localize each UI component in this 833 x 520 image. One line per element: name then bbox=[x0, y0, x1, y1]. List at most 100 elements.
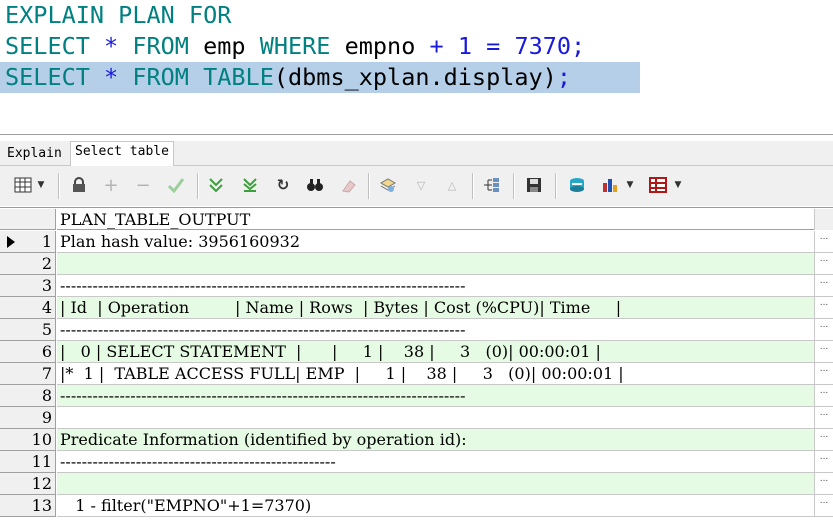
grid-cell[interactable]: 1 - filter("EMPNO"+1=7370) bbox=[57, 495, 814, 517]
row-number: 11 bbox=[31, 452, 52, 471]
link-icon[interactable] bbox=[481, 174, 503, 196]
code-token: SELECT bbox=[5, 32, 90, 60]
cell-ellipsis-button[interactable]: ... bbox=[814, 363, 833, 385]
export-icon[interactable] bbox=[566, 174, 588, 196]
sql-editor[interactable]: EXPLAIN PLAN FOR SELECT * FROM emp WHERE… bbox=[0, 0, 833, 135]
row-number: 8 bbox=[41, 386, 52, 405]
chevron-down-icon[interactable]: ▼ bbox=[34, 174, 48, 196]
chart-icon[interactable] bbox=[599, 174, 621, 196]
result-grid[interactable]: PLAN_TABLE_OUTPUT 1 Plan hash value: 3956… bbox=[0, 207, 833, 520]
grid-cell[interactable]: ----------------------------------------… bbox=[57, 275, 814, 297]
toolbar-separator bbox=[368, 173, 370, 199]
post-edit-icon[interactable] bbox=[165, 174, 187, 196]
grid-view-icon[interactable] bbox=[12, 174, 34, 196]
sort-desc-icon[interactable]: ▽ bbox=[410, 174, 432, 196]
delete-record-icon[interactable]: − bbox=[132, 174, 154, 196]
grid-cell[interactable]: ----------------------------------------… bbox=[57, 319, 814, 341]
cell-ellipsis-button[interactable]: ... bbox=[814, 495, 833, 517]
grid-cell[interactable] bbox=[57, 407, 814, 429]
code-token: 7370 bbox=[514, 32, 572, 60]
code-token: FROM bbox=[132, 32, 189, 60]
row-number: 9 bbox=[41, 408, 52, 427]
code-token: 1 bbox=[457, 32, 472, 60]
code-token: ; bbox=[571, 32, 586, 60]
cell-ellipsis-button[interactable]: ... bbox=[814, 429, 833, 451]
code-token: ; bbox=[556, 63, 571, 91]
clear-icon[interactable] bbox=[338, 174, 360, 196]
code-token: * bbox=[104, 32, 119, 60]
code-token: WHERE bbox=[259, 32, 331, 60]
column-header-plan-table-output[interactable]: PLAN_TABLE_OUTPUT bbox=[57, 209, 814, 230]
cell-ellipsis-button[interactable]: ... bbox=[814, 231, 833, 253]
chevron-down-icon[interactable]: ▼ bbox=[623, 174, 637, 196]
code-token: * bbox=[104, 63, 119, 91]
tab-select-table[interactable]: Select table bbox=[70, 141, 174, 166]
code-line-3-selected[interactable]: SELECT * FROM TABLE(dbms_xplan.display); bbox=[0, 62, 640, 93]
refresh-icon[interactable]: ↻ bbox=[272, 174, 294, 196]
grid-cell[interactable]: ----------------------------------------… bbox=[57, 451, 814, 473]
toolbar-separator bbox=[555, 173, 557, 199]
toolbar-separator bbox=[58, 173, 60, 199]
grid-cell[interactable]: Plan hash value: 3956160932 bbox=[57, 231, 814, 253]
result-tabs: Explain Select table bbox=[0, 141, 833, 166]
code-token: emp bbox=[188, 32, 260, 60]
code-token: empno bbox=[330, 32, 430, 60]
row-number: 3 bbox=[41, 276, 52, 295]
cell-ellipsis-button[interactable]: ... bbox=[814, 319, 833, 341]
add-record-icon[interactable]: + bbox=[100, 174, 122, 196]
cell-ellipsis-button[interactable]: ... bbox=[814, 473, 833, 495]
fetch-next-icon[interactable] bbox=[205, 174, 227, 196]
code-token: (dbms_xplan.display) bbox=[273, 63, 557, 91]
code-token: SELECT bbox=[5, 63, 90, 91]
row-number: 6 bbox=[41, 342, 52, 361]
row-number: 5 bbox=[41, 320, 52, 339]
toolbar-separator bbox=[472, 173, 474, 199]
row-number: 13 bbox=[31, 496, 52, 515]
chevron-down-icon[interactable]: ▼ bbox=[671, 174, 685, 196]
cell-ellipsis-button[interactable]: ... bbox=[814, 341, 833, 363]
grid-cell[interactable]: |* 1 | TABLE ACCESS FULL| EMP | 1 | 38 |… bbox=[57, 363, 814, 385]
cell-ellipsis-button[interactable]: ... bbox=[814, 297, 833, 319]
cell-ellipsis-button[interactable]: ... bbox=[814, 385, 833, 407]
code-line-1[interactable]: EXPLAIN PLAN FOR bbox=[0, 0, 640, 31]
grid-corner bbox=[0, 209, 56, 230]
code-token: TABLE bbox=[203, 63, 274, 91]
code-token: EXPLAIN PLAN FOR bbox=[5, 1, 232, 29]
toolbar-separator bbox=[513, 173, 515, 199]
row-number: 12 bbox=[31, 474, 52, 493]
code-line-2[interactable]: SELECT * FROM emp WHERE empno + 1 = 7370… bbox=[0, 31, 640, 62]
grid-cell[interactable]: | Id | Operation | Name | Rows | Bytes |… bbox=[57, 297, 814, 319]
grid-cell[interactable]: | 0 | SELECT STATEMENT | | 1 | 38 | 3 (0… bbox=[57, 341, 814, 363]
code-token: = bbox=[486, 32, 501, 60]
grid-cell[interactable] bbox=[57, 473, 814, 495]
print-table-icon[interactable] bbox=[647, 174, 669, 196]
toolbar-separator bbox=[197, 173, 199, 199]
query-by-example-icon[interactable] bbox=[377, 174, 399, 196]
row-number: 4 bbox=[41, 298, 52, 317]
row-number: 10 bbox=[31, 430, 52, 449]
cell-ellipsis-button[interactable]: ... bbox=[814, 275, 833, 297]
grid-cell[interactable]: Predicate Information (identified by ope… bbox=[57, 429, 814, 451]
lock-icon[interactable] bbox=[68, 174, 90, 196]
scrollbar[interactable] bbox=[814, 209, 833, 230]
cell-ellipsis-button[interactable]: ... bbox=[814, 253, 833, 275]
grid-cell[interactable] bbox=[57, 253, 814, 275]
cell-ellipsis-button[interactable]: ... bbox=[814, 407, 833, 429]
save-icon[interactable] bbox=[523, 174, 545, 196]
sort-asc-icon[interactable]: △ bbox=[441, 174, 463, 196]
cell-ellipsis-button[interactable]: ... bbox=[814, 451, 833, 473]
tab-explain[interactable]: Explain bbox=[3, 144, 66, 165]
fetch-last-icon[interactable] bbox=[239, 174, 261, 196]
grid-toolbar: ▼ + − ↻ ▽ △ ▼ ▼ bbox=[0, 166, 833, 206]
grid-cell[interactable]: ----------------------------------------… bbox=[57, 385, 814, 407]
find-icon[interactable] bbox=[304, 174, 326, 196]
code-token: + bbox=[429, 32, 444, 60]
